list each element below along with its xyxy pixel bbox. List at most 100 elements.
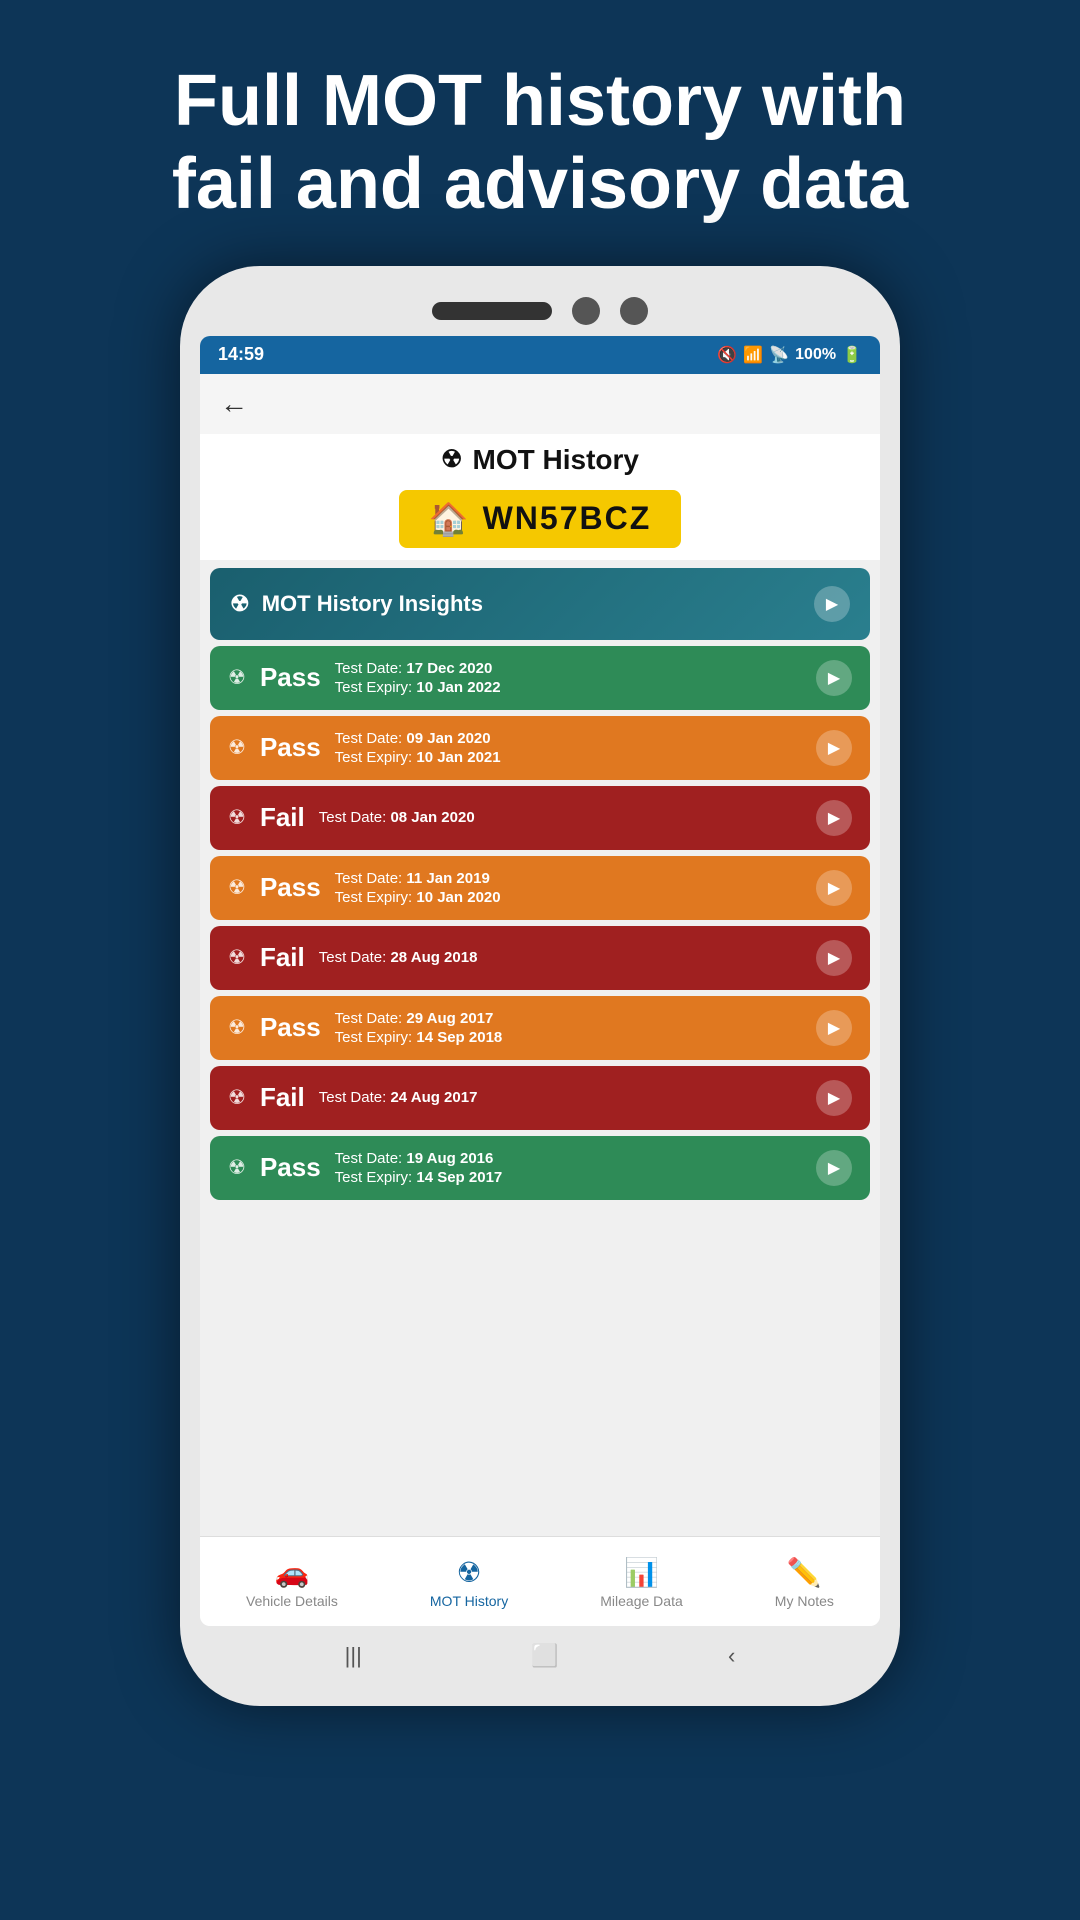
insights-text: MOT History Insights (262, 591, 483, 617)
bottom-nav: 🚗 Vehicle Details ☢ MOT History 📊 Mileag… (200, 1536, 880, 1626)
mot-test-date-6: Test Date: 24 Aug 2017 (319, 1089, 478, 1106)
nav-mot-history-label: MOT History (430, 1593, 508, 1609)
phone-top (200, 286, 880, 336)
mot-expiry-3: Test Expiry: 10 Jan 2020 (335, 889, 501, 906)
mot-record-left-1: ☢ Pass Test Date: 09 Jan 2020 Test Expiry: … (228, 730, 501, 766)
status-time: 14:59 (218, 344, 264, 365)
mot-record-0[interactable]: ☢ Pass Test Date: 17 Dec 2020 Test Expiry: … (210, 646, 870, 710)
mot-test-date-2: Test Date: 08 Jan 2020 (319, 809, 475, 826)
mot-expiry-5: Test Expiry: 14 Sep 2018 (335, 1029, 503, 1046)
mot-list: ☢ MOT History Insights ▶ ☢ Pass Test Date:… (200, 560, 880, 1536)
screen-content: ☢ MOT History 🏠 WN57BCZ ☢ MOT History In… (200, 434, 880, 1536)
home-gesture[interactable]: ⬜ (531, 1643, 558, 1669)
plate-area: 🏠 WN57BCZ (200, 484, 880, 560)
mot-result-4: Fail (260, 942, 305, 973)
nav-vehicle-details[interactable]: 🚗 Vehicle Details (246, 1556, 338, 1609)
mot-dates-5: Test Date: 29 Aug 2017 Test Expiry: 14 Se… (335, 1010, 503, 1046)
mot-result-1: Pass (260, 732, 321, 763)
mot-play-button-3[interactable]: ▶ (816, 870, 852, 906)
page-title-area: ☢ MOT History (200, 434, 880, 484)
battery-icon: 🔋 (842, 345, 862, 365)
mot-test-date-1: Test Date: 09 Jan 2020 (335, 730, 501, 747)
mot-dates-7: Test Date: 19 Aug 2016Test Expiry: 14 Se… (335, 1150, 503, 1186)
mot-radiation-icon-5: ☢ (228, 1015, 246, 1040)
mot-result-5: Pass (260, 1012, 321, 1043)
car-icon: 🚗 (274, 1556, 309, 1589)
mot-test-date-0: Test Date: 17 Dec 2020 (335, 660, 501, 677)
mot-record-5[interactable]: ☢ Pass Test Date: 29 Aug 2017 Test Expiry: … (210, 996, 870, 1060)
nav-mot-history[interactable]: ☢ MOT History (430, 1556, 508, 1609)
status-bar: 14:59 🔇 📶 📡 100% 🔋 (200, 336, 880, 374)
mot-result-6: Fail (260, 1082, 305, 1113)
mot-play-button-1[interactable]: ▶ (816, 730, 852, 766)
mot-test-date-5: Test Date: 29 Aug 2017 (335, 1010, 503, 1027)
mot-history-icon: ☢ (456, 1556, 481, 1589)
battery-label: 100% (795, 346, 836, 364)
mot-play-button-0[interactable]: ▶ (816, 660, 852, 696)
phone-frame: 14:59 🔇 📶 📡 100% 🔋 ← ☢ MOT History (180, 266, 900, 1706)
nav-back-bar: ← (200, 374, 880, 434)
mot-dates-0: Test Date: 17 Dec 2020 Test Expiry: 10 Ja… (335, 660, 501, 696)
mot-record-4[interactable]: ☢ Fail Test Date: 28 Aug 2018 ▶ (210, 926, 870, 990)
mot-record-2[interactable]: ☢ Fail Test Date: 08 Jan 2020 ▶ (210, 786, 870, 850)
mot-play-button-5[interactable]: ▶ (816, 1010, 852, 1046)
mot-expiry-0: Test Expiry: 10 Jan 2022 (335, 679, 501, 696)
insights-label: ☢ MOT History Insights (230, 591, 483, 617)
mot-test-date-3: Test Date: 11 Jan 2019 (335, 870, 501, 887)
insights-play-button[interactable]: ▶ (814, 586, 850, 622)
phone-screen: 14:59 🔇 📶 📡 100% 🔋 ← ☢ MOT History (200, 336, 880, 1626)
speaker-bar (432, 302, 552, 320)
nav-mileage-data[interactable]: 📊 Mileage Data (600, 1556, 683, 1609)
mot-dates-4: Test Date: 28 Aug 2018 (319, 949, 478, 966)
mot-radiation-icon-1: ☢ (228, 735, 246, 760)
mot-expiry-1: Test Expiry: 10 Jan 2021 (335, 749, 501, 766)
mot-record-7[interactable]: ☢ Pass Test Date: 19 Aug 2016Test Expiry: … (210, 1136, 870, 1200)
page-title-text: MOT History (473, 444, 639, 476)
mot-radiation-icon-7: ☢ (228, 1155, 246, 1180)
header-line2: fail and advisory data (172, 143, 908, 226)
status-right: 🔇 📶 📡 100% 🔋 (717, 345, 862, 365)
chart-icon: 📊 (624, 1556, 659, 1589)
mot-result-2: Fail (260, 802, 305, 833)
back-gesture[interactable]: ||| (345, 1643, 362, 1669)
insights-card[interactable]: ☢ MOT History Insights ▶ (210, 568, 870, 640)
radiation-icon-title: ☢ (441, 445, 463, 474)
nav-vehicle-details-label: Vehicle Details (246, 1593, 338, 1609)
mot-record-left-7: ☢ Pass Test Date: 19 Aug 2016Test Expiry: … (228, 1150, 502, 1186)
vehicle-plate: 🏠 WN57BCZ (399, 490, 682, 548)
mot-record-left-2: ☢ Fail Test Date: 08 Jan 2020 (228, 802, 475, 833)
signal-icon: 📡 (769, 345, 789, 365)
mot-radiation-icon-4: ☢ (228, 945, 246, 970)
mot-play-button-4[interactable]: ▶ (816, 940, 852, 976)
back-button[interactable]: ← (220, 388, 248, 420)
mot-result-7: Pass (260, 1152, 321, 1183)
camera-dot (572, 297, 600, 325)
mot-radiation-icon-2: ☢ (228, 805, 246, 830)
mot-dates-2: Test Date: 08 Jan 2020 (319, 809, 475, 826)
mot-record-left-0: ☢ Pass Test Date: 17 Dec 2020 Test Expiry: … (228, 660, 501, 696)
mot-play-button-6[interactable]: ▶ (816, 1080, 852, 1116)
page-header: Full MOT history with fail and advisory … (112, 0, 968, 266)
mot-result-3: Pass (260, 872, 321, 903)
plate-text: WN57BCZ (483, 500, 652, 537)
mot-record-left-5: ☢ Pass Test Date: 29 Aug 2017 Test Expiry: … (228, 1010, 502, 1046)
mot-record-3[interactable]: ☢ Pass Test Date: 11 Jan 2019 Test Expiry: … (210, 856, 870, 920)
mot-radiation-icon-0: ☢ (228, 665, 246, 690)
mot-play-button-7[interactable]: ▶ (816, 1150, 852, 1186)
mot-record-left-6: ☢ Fail Test Date: 24 Aug 2017 (228, 1082, 477, 1113)
mot-radiation-icon-6: ☢ (228, 1085, 246, 1110)
mot-record-1[interactable]: ☢ Pass Test Date: 09 Jan 2020 Test Expiry: … (210, 716, 870, 780)
camera-dot-2 (620, 297, 648, 325)
insights-radiation-icon: ☢ (230, 591, 250, 617)
mot-result-0: Pass (260, 662, 321, 693)
notes-icon: ✏️ (787, 1556, 822, 1589)
nav-my-notes[interactable]: ✏️ My Notes (775, 1556, 834, 1609)
mot-play-button-2[interactable]: ▶ (816, 800, 852, 836)
nav-notes-label: My Notes (775, 1593, 834, 1609)
recents-gesture[interactable]: ‹ (728, 1643, 735, 1669)
mute-icon: 🔇 (717, 345, 737, 365)
mot-radiation-icon-3: ☢ (228, 875, 246, 900)
phone-bottom: ||| ⬜ ‹ (200, 1626, 880, 1686)
page-title: ☢ MOT History (220, 444, 860, 476)
mot-record-6[interactable]: ☢ Fail Test Date: 24 Aug 2017 ▶ (210, 1066, 870, 1130)
